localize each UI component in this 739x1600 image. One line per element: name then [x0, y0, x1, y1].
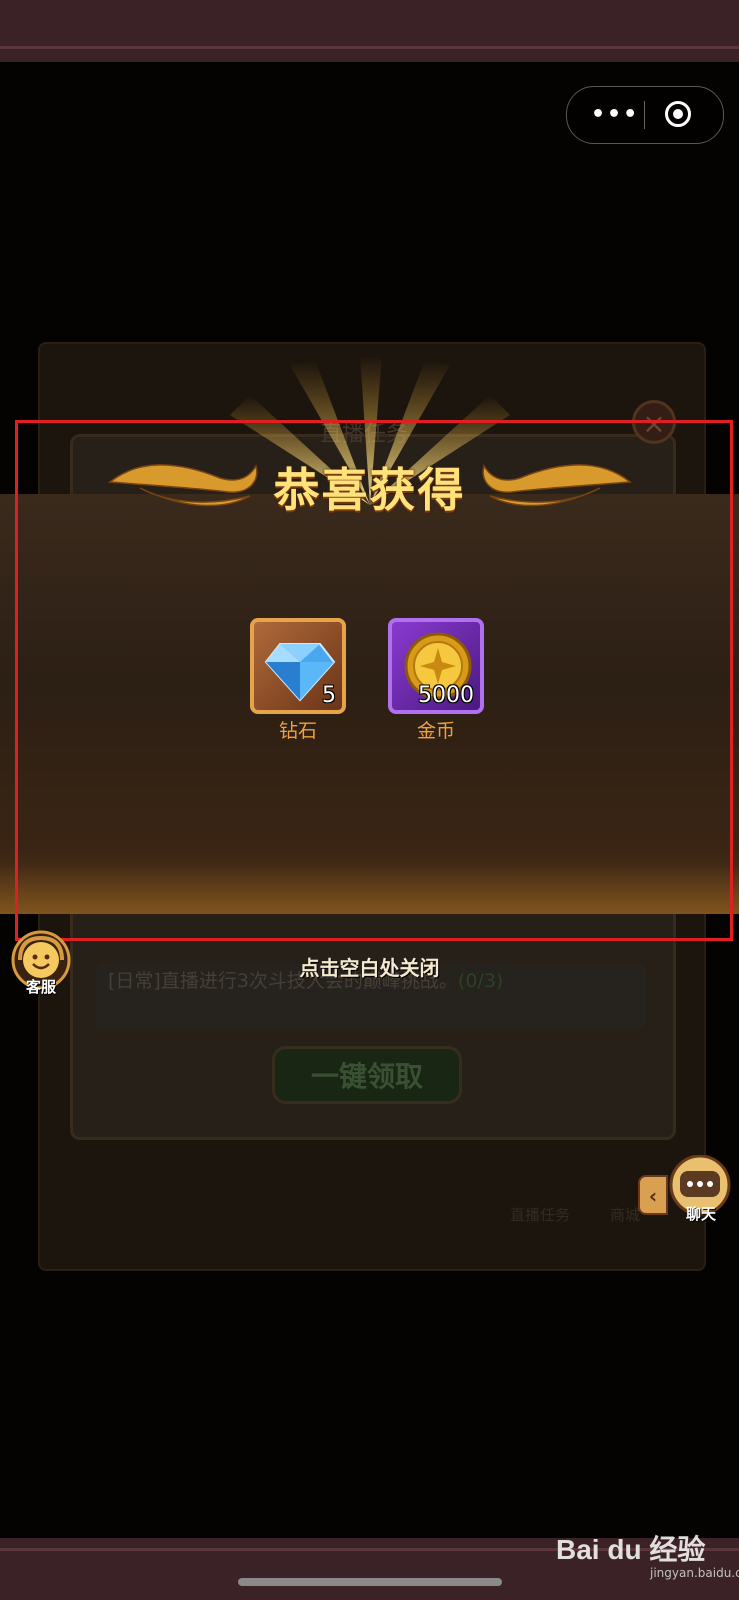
target-circle-icon[interactable] — [665, 101, 691, 127]
mini-program-capsule: ••• — [566, 86, 724, 144]
home-indicator[interactable] — [238, 1578, 502, 1586]
annotation-highlight-box — [15, 420, 733, 941]
chevron-left-icon[interactable]: ‹ — [638, 1175, 668, 1215]
tap-to-close-hint[interactable]: 点击空白处关闭 — [0, 952, 739, 981]
customer-service-label: 客服 — [25, 978, 56, 996]
chat-label: 聊天 — [685, 1205, 716, 1223]
nav-shop[interactable]: 商城 — [610, 1204, 640, 1225]
top-bar-divider — [0, 46, 739, 49]
top-bar — [0, 0, 739, 62]
more-dots-icon[interactable]: ••• — [591, 103, 639, 127]
watermark-domain: jingyan.baidu.com — [650, 1566, 739, 1580]
claim-all-button[interactable]: 一键领取 — [272, 1046, 462, 1104]
nav-live-tasks[interactable]: 直播任务 — [510, 1204, 570, 1225]
baidu-jingyan-watermark: Bai du 经验 — [556, 1534, 706, 1565]
capsule-divider — [644, 101, 645, 129]
